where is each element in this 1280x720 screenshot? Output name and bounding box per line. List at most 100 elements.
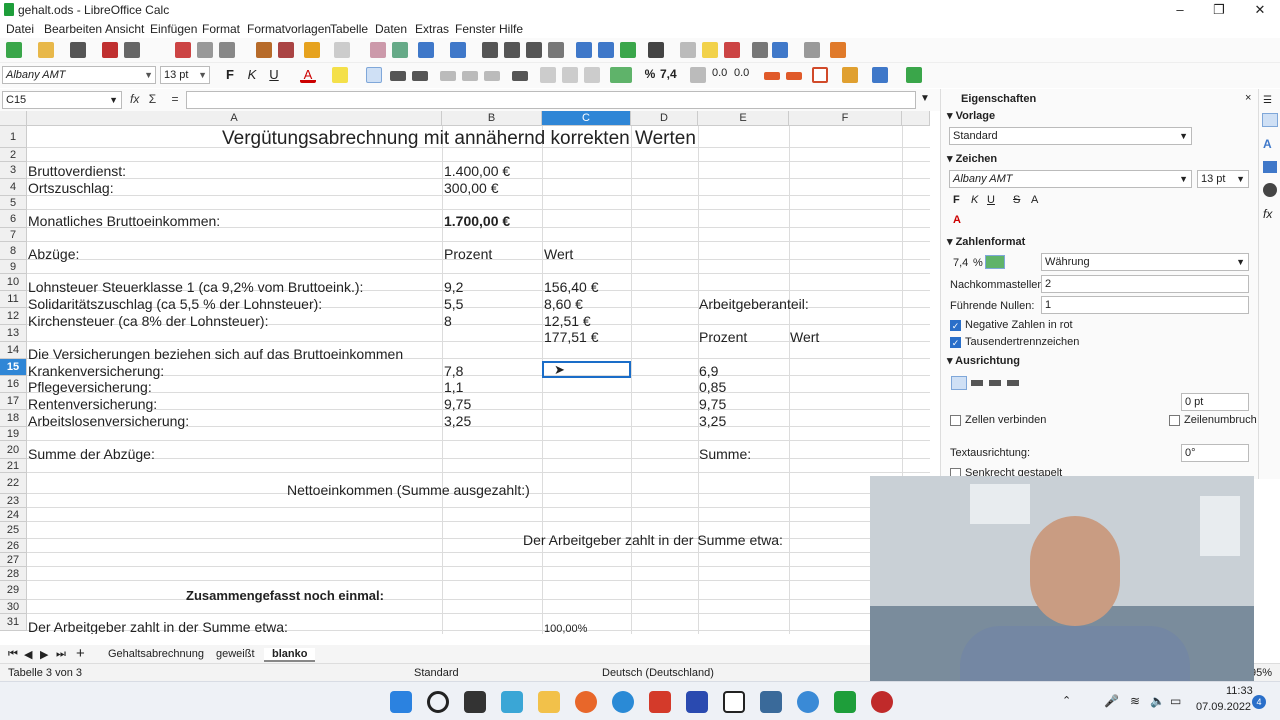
column-header-d[interactable]: D <box>631 111 698 126</box>
save-icon[interactable] <box>70 42 86 58</box>
corner-select-all[interactable] <box>0 111 27 126</box>
cell-a11[interactable]: Solidaritätszuschlag (ca 5,5 % der Lohns… <box>28 296 322 312</box>
row-header-12[interactable]: 12 <box>0 308 27 325</box>
border-style-icon[interactable] <box>842 67 858 83</box>
column-header-e[interactable]: E <box>698 111 789 126</box>
cell-a29[interactable]: Zusammengefasst noch einmal: <box>186 588 384 604</box>
cell-a10[interactable]: Lohnsteuer Steuerklasse 1 (ca 9,2% vom B… <box>28 279 363 295</box>
sidebar-menu-icon[interactable]: ☰ <box>1263 95 1272 106</box>
section-zeichen[interactable]: ▾ Zeichen <box>947 152 997 165</box>
task-view-icon[interactable] <box>464 691 486 713</box>
save-app-icon[interactable] <box>686 691 708 713</box>
cell-a12[interactable]: Kirchensteuer (ca 8% der Lohnsteuer): <box>28 313 268 329</box>
row-header-22[interactable]: 22 <box>0 473 27 494</box>
section-vorlage[interactable]: ▾ Vorlage <box>947 109 995 122</box>
font-color-icon[interactable]: A <box>300 67 316 83</box>
clock-date[interactable]: 07.09.2022 <box>1196 701 1251 713</box>
open-icon[interactable] <box>38 42 54 58</box>
cell-c11[interactable]: 8,60 € <box>544 296 583 312</box>
cell-c8[interactable]: Wert <box>544 246 573 262</box>
function-wizard-icon[interactable]: fx <box>130 92 139 106</box>
row-header-20[interactable]: 20 <box>0 441 27 459</box>
row-header-24[interactable]: 24 <box>0 508 27 522</box>
cell-c13[interactable]: 177,51 € <box>544 329 599 345</box>
align-middle-icon[interactable] <box>462 71 478 81</box>
cell-e17[interactable]: 9,75 <box>699 396 726 412</box>
cell-f13[interactable]: Wert <box>790 329 819 345</box>
cell-a18[interactable]: Arbeitslosenversicherung: <box>28 413 189 429</box>
split-window-icon[interactable] <box>804 42 820 58</box>
row-header-13[interactable]: 13 <box>0 325 27 342</box>
sort-ascending-icon[interactable] <box>504 42 520 58</box>
menu-extras[interactable]: Extras <box>415 22 449 36</box>
new-icon[interactable] <box>6 42 22 58</box>
highlight-color-icon[interactable] <box>332 67 348 83</box>
wrap-text-icon[interactable] <box>512 71 528 81</box>
menu-daten[interactable]: Daten <box>375 22 407 36</box>
styles-deck-icon[interactable]: A <box>1263 137 1272 151</box>
minimize-button[interactable]: – <box>1160 0 1200 20</box>
sidebar-italic-icon[interactable]: K <box>971 194 978 206</box>
properties-deck-icon[interactable] <box>1262 113 1278 127</box>
cell-a17[interactable]: Rentenversicherung: <box>28 396 157 412</box>
snipping-tool-icon[interactable] <box>501 691 523 713</box>
libreoffice-calc-icon[interactable] <box>834 691 856 713</box>
column-header-g[interactable] <box>902 111 930 126</box>
pdf-export-icon[interactable] <box>102 42 118 58</box>
settings-icon[interactable] <box>760 691 782 713</box>
wrap-text-checkbox[interactable] <box>1169 415 1180 426</box>
row-header-21[interactable]: 21 <box>0 459 27 473</box>
maximize-button[interactable]: ❐ <box>1199 0 1239 20</box>
number-format-icon[interactable]: 7,4 <box>660 67 682 83</box>
expand-formula-bar-icon[interactable]: ▼ <box>920 93 930 104</box>
unmerge-icon[interactable] <box>584 67 600 83</box>
row-header-4[interactable]: 4 <box>0 179 27 196</box>
menu-format[interactable]: Format <box>202 22 240 36</box>
add-sheet-icon[interactable]: + <box>76 645 85 662</box>
chrome-icon[interactable] <box>797 691 819 713</box>
row-header-11[interactable]: 11 <box>0 291 27 308</box>
cell-e16[interactable]: 0,85 <box>699 379 726 395</box>
merge-cells-checkbox[interactable] <box>950 415 961 426</box>
row-header-19[interactable]: 19 <box>0 427 27 441</box>
cell-a8[interactable]: Abzüge: <box>28 246 79 262</box>
undo-icon[interactable] <box>304 42 320 58</box>
formula-input[interactable] <box>186 91 916 109</box>
search-icon[interactable] <box>427 691 449 713</box>
edge-icon[interactable] <box>612 691 634 713</box>
section-zahlenformat[interactable]: ▾ Zahlenformat <box>947 235 1025 248</box>
sidebar-currency-icon[interactable] <box>985 255 1005 269</box>
start-icon[interactable] <box>390 691 412 713</box>
copy-icon[interactable] <box>197 42 213 58</box>
percent-format-icon[interactable]: % <box>642 67 658 83</box>
sidebar-justify-icon[interactable] <box>1007 380 1019 386</box>
font-size-box[interactable]: 13 pt ▼ <box>160 66 210 84</box>
cell-c12[interactable]: 12,51 € <box>544 313 591 329</box>
thousands-separator-checkbox[interactable]: ✓ <box>950 337 961 348</box>
menu-tabelle[interactable]: Tabelle <box>330 22 368 36</box>
sort-icon[interactable] <box>482 42 498 58</box>
row-header-15[interactable]: 15 <box>0 359 27 376</box>
headers-footers-icon[interactable] <box>724 42 740 58</box>
insert-image-icon[interactable] <box>576 42 592 58</box>
cell-a14[interactable]: Die Versicherungen beziehen sich auf das… <box>28 346 403 362</box>
freeze-rows-icon[interactable] <box>772 42 788 58</box>
name-box[interactable]: C15 ▼ <box>2 91 122 109</box>
cell-b11[interactable]: 5,5 <box>444 296 463 312</box>
date-format-icon[interactable] <box>690 67 706 83</box>
sidebar-number-format-icon[interactable]: 7,4 <box>953 257 968 269</box>
gallery-deck-icon[interactable] <box>1263 161 1277 173</box>
clone-formatting-icon[interactable] <box>256 42 272 58</box>
cell-b3[interactable]: 1.400,00 € <box>444 163 510 179</box>
cell-b12[interactable]: 8 <box>444 313 452 329</box>
menu-einfuegen[interactable]: Einfügen <box>150 22 197 36</box>
row-header-27[interactable]: 27 <box>0 553 27 567</box>
functions-deck-icon[interactable]: fx <box>1263 207 1272 221</box>
row-header-2[interactable]: 2 <box>0 148 27 162</box>
bold-icon[interactable]: F <box>222 67 238 83</box>
underline-icon[interactable]: U <box>266 67 282 83</box>
row-header-5[interactable]: 5 <box>0 196 27 210</box>
row-header-17[interactable]: 17 <box>0 393 27 410</box>
menu-datei[interactable]: Datei <box>6 22 34 36</box>
conditional-format-icon[interactable] <box>906 67 922 83</box>
